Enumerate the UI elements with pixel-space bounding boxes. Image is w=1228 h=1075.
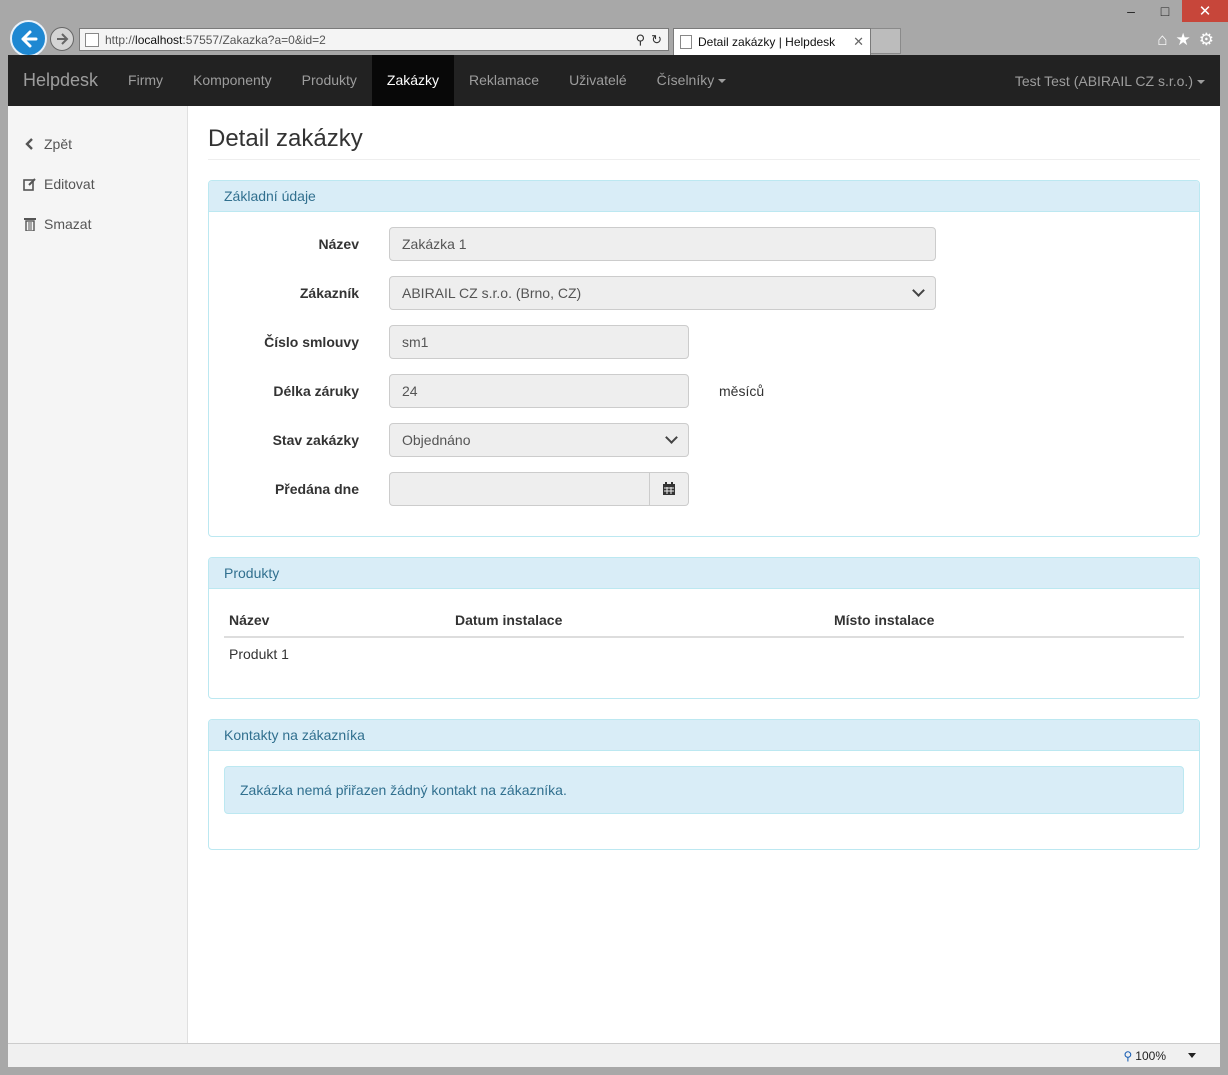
calendar-button[interactable] — [650, 472, 689, 506]
page-viewport: Helpdesk Firmy Komponenty Produkty Zakáz… — [8, 55, 1220, 1043]
nav-item-ciselniky-label: Číselníky — [656, 72, 715, 88]
name-label: Název — [318, 236, 359, 252]
tab-title: Detail zakázky | Helpdesk — [698, 35, 836, 49]
handover-label: Předána dne — [274, 481, 359, 497]
refresh-icon[interactable]: ↻ — [651, 32, 662, 48]
user-name: Test Test (ABIRAIL CZ s.r.o.) — [1014, 72, 1193, 89]
form-row-handover: Předána dne — [224, 472, 1184, 506]
install-date-cell — [450, 637, 829, 670]
nav-item-firmy[interactable]: Firmy — [113, 55, 178, 106]
nav-item-komponenty[interactable]: Komponenty — [178, 55, 287, 106]
products-panel: Produkty Název Datum instalace Místo ins… — [208, 557, 1200, 699]
url-rest: :57557/Zakazka?a=0&id=2 — [182, 32, 326, 47]
warranty-unit: měsíců — [719, 383, 765, 399]
minimize-icon[interactable]: – — [1114, 0, 1148, 22]
back-arrow-icon[interactable] — [10, 20, 47, 57]
calendar-icon — [663, 482, 675, 495]
zoom-dropdown-icon[interactable] — [1188, 1053, 1196, 1058]
top-navbar: Helpdesk Firmy Komponenty Produkty Zakáz… — [8, 55, 1220, 106]
sidebar-item-label: Smazat — [44, 216, 92, 232]
zoom-icon: ⚲ — [1123, 1048, 1133, 1063]
chevron-down-icon — [912, 284, 925, 297]
zoom-level[interactable]: 100% — [1135, 1049, 1166, 1063]
caret-down-icon — [718, 79, 727, 84]
nav-item-zakazky[interactable]: Zakázky — [371, 55, 455, 106]
brand-link[interactable]: Helpdesk — [8, 55, 113, 106]
edit-icon — [23, 177, 37, 191]
column-header-name: Název — [224, 604, 450, 638]
form-row-warranty: Délka záruky 24 měsíců — [224, 374, 1184, 408]
chevron-left-icon — [23, 137, 37, 151]
state-select-value: Objednáno — [402, 432, 471, 448]
browser-chrome: – □ ✕ http://localhost:57557/Zakazka?a=0… — [0, 0, 1228, 57]
panel-heading: Kontakty na zákazníka — [209, 720, 1199, 751]
column-header-install-date: Datum instalace — [450, 604, 829, 638]
browser-tab[interactable]: Detail zakázky | Helpdesk ✕ — [673, 28, 871, 55]
warranty-length-field[interactable]: 24 — [389, 374, 689, 408]
panel-heading: Produkty — [209, 558, 1199, 589]
sidebar-item-edit[interactable]: Editovat — [8, 164, 187, 204]
handover-date-field[interactable] — [389, 472, 650, 506]
form-row-state: Stav zakázky Objednáno — [224, 423, 1184, 457]
address-bar[interactable]: http://localhost:57557/Zakazka?a=0&id=2 … — [79, 28, 669, 51]
customer-select[interactable]: ABIRAIL CZ s.r.o. (Brno, CZ) — [389, 276, 936, 310]
nav-item-reklamace[interactable]: Reklamace — [454, 55, 554, 106]
panel-heading: Základní údaje — [209, 181, 1199, 212]
table-row[interactable]: Produkt 1 — [224, 637, 1184, 670]
product-name-cell: Produkt 1 — [229, 646, 289, 662]
browser-tools: ⌂ ★ ⚙ — [1157, 30, 1214, 50]
contract-number-field[interactable]: sm1 — [389, 325, 689, 359]
sidebar: Zpět Editovat Smazat — [8, 106, 188, 1043]
state-select[interactable]: Objednáno — [389, 423, 689, 457]
sidebar-item-label: Zpět — [44, 136, 73, 152]
contacts-panel: Kontakty na zákazníka Zakázka nemá přiřa… — [208, 719, 1200, 850]
home-icon[interactable]: ⌂ — [1157, 30, 1167, 50]
status-bar: ⚲ 100% — [8, 1043, 1220, 1067]
url-host: localhost — [135, 32, 183, 47]
nav-item-ciselniky[interactable]: Číselníky — [642, 55, 742, 106]
maximize-icon[interactable]: □ — [1148, 0, 1182, 22]
chevron-down-icon — [665, 431, 678, 444]
page-icon — [680, 35, 692, 49]
no-contacts-alert: Zakázka nemá přiřazen žádný kontakt na z… — [224, 766, 1184, 814]
state-label: Stav zakázky — [272, 432, 359, 448]
tab-close-icon[interactable]: ✕ — [853, 34, 864, 50]
user-menu[interactable]: Test Test (ABIRAIL CZ s.r.o.) — [1015, 73, 1220, 89]
sidebar-item-back[interactable]: Zpět — [8, 124, 187, 164]
contract-label: Číslo smlouvy — [264, 334, 359, 350]
column-header-install-place: Místo instalace — [829, 604, 1184, 638]
new-tab-button[interactable] — [871, 28, 901, 54]
trash-icon — [23, 217, 37, 231]
main-content: Detail zakázky Základní údaje Název Zaká… — [208, 106, 1200, 850]
form-row-customer: Zákazník ABIRAIL CZ s.r.o. (Brno, CZ) — [224, 276, 1184, 310]
form-row-contract: Číslo smlouvy sm1 — [224, 325, 1184, 359]
nav-item-uzivatele[interactable]: Uživatelé — [554, 55, 642, 106]
page-title: Detail zakázky — [208, 125, 1200, 160]
handover-date-group — [389, 472, 689, 506]
table-header-row: Název Datum instalace Místo instalace — [224, 604, 1184, 638]
nav-item-produkty[interactable]: Produkty — [287, 55, 372, 106]
forward-arrow-icon[interactable] — [50, 27, 74, 51]
close-icon[interactable]: ✕ — [1182, 0, 1228, 22]
caret-down-icon — [1197, 79, 1205, 84]
favorites-star-icon[interactable]: ★ — [1176, 30, 1191, 50]
warranty-label: Délka záruky — [273, 383, 359, 399]
page-icon — [85, 32, 99, 47]
basic-info-panel: Základní údaje Název Zakázka 1 Zákazník … — [208, 180, 1200, 537]
name-field[interactable]: Zakázka 1 — [389, 227, 936, 261]
sidebar-item-label: Editovat — [44, 176, 95, 192]
customer-label: Zákazník — [299, 285, 359, 301]
form-row-name: Název Zakázka 1 — [224, 227, 1184, 261]
url-prefix: http:// — [105, 32, 136, 47]
sidebar-item-delete[interactable]: Smazat — [8, 204, 187, 244]
install-place-cell — [829, 637, 1184, 670]
customer-select-value: ABIRAIL CZ s.r.o. (Brno, CZ) — [402, 285, 582, 301]
search-icon[interactable]: ⚲ — [636, 32, 646, 48]
gear-icon[interactable]: ⚙ — [1199, 30, 1214, 50]
window-controls: – □ ✕ — [1114, 0, 1228, 22]
products-table: Název Datum instalace Místo instalace Pr… — [224, 604, 1184, 670]
